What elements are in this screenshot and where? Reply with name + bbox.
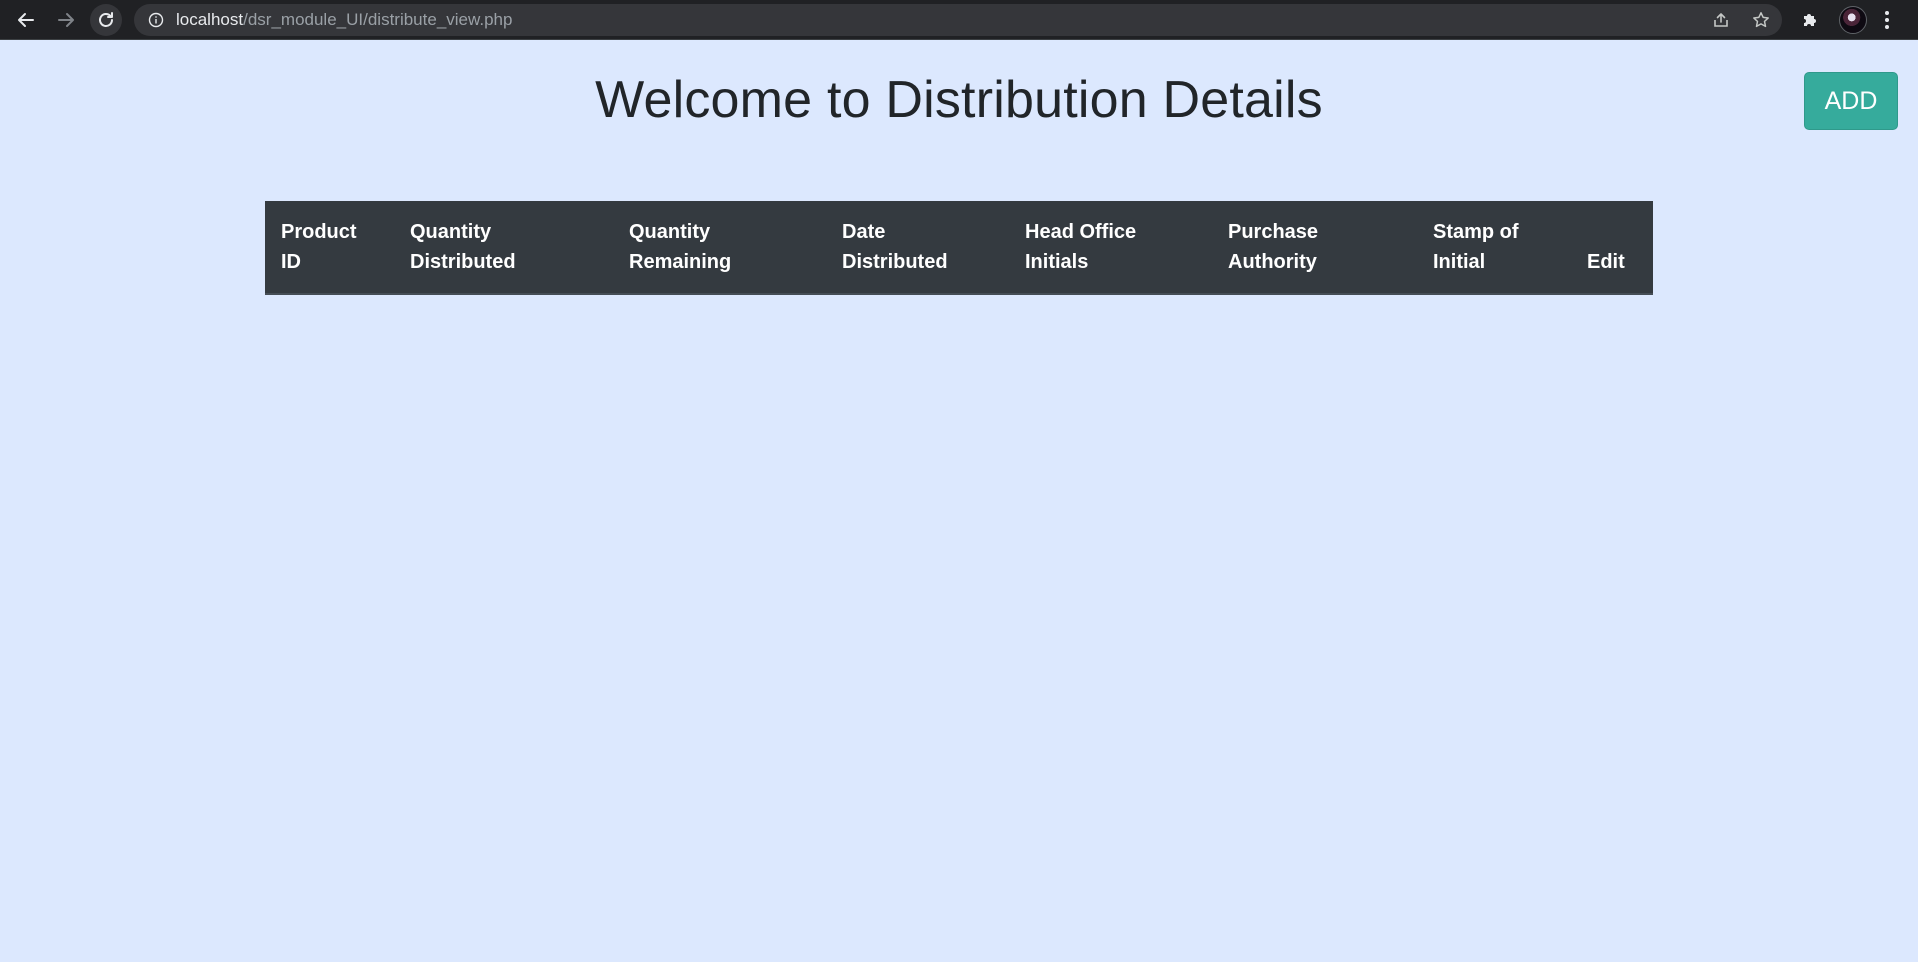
forward-icon[interactable]	[50, 4, 82, 36]
col-header-line: Distributed	[842, 251, 948, 273]
col-header-line: Quantity	[410, 221, 492, 243]
address-bar[interactable]: localhost/dsr_module_UI/distribute_view.…	[134, 4, 1782, 36]
col-header-line: Head Office	[1025, 221, 1137, 243]
col-header-line: ID	[281, 251, 301, 273]
col-header-purchase-authority[interactable]: Purchase Authority	[1212, 201, 1417, 295]
table-header-row: Product ID Quantity Distributed Quantity Re…	[265, 201, 1653, 295]
col-header-line: Initial	[1433, 251, 1486, 273]
col-header-edit[interactable]: Edit	[1571, 201, 1653, 295]
back-icon[interactable]	[10, 4, 42, 36]
col-header-quantity-remaining[interactable]: Quantity Remaining	[613, 201, 826, 295]
col-header-date-distributed[interactable]: Date Distributed	[826, 201, 1009, 295]
col-header-head-office-initials[interactable]: Head Office Initials	[1009, 201, 1212, 295]
col-header-line: Edit	[1587, 251, 1625, 273]
url-path: /dsr_module_UI/distribute_view.php	[243, 10, 513, 29]
col-header-quantity-distributed[interactable]: Quantity Distributed	[394, 201, 613, 295]
col-header-product-id[interactable]: Product ID	[265, 201, 394, 295]
browser-toolbar: localhost/dsr_module_UI/distribute_view.…	[0, 0, 1918, 40]
url-text: localhost/dsr_module_UI/distribute_view.…	[176, 4, 512, 36]
site-info-icon[interactable]	[148, 12, 164, 28]
col-header-line: Distributed	[410, 251, 516, 273]
col-header-line: Initials	[1025, 251, 1089, 273]
share-icon[interactable]	[1712, 11, 1730, 29]
col-header-line: Date	[842, 221, 886, 243]
col-header-line: Product	[281, 221, 357, 243]
col-header-line: Stamp of	[1433, 221, 1519, 243]
col-header-line: Authority	[1228, 251, 1317, 273]
table-header: Product ID Quantity Distributed Quantity Re…	[265, 201, 1653, 295]
distribution-table: Product ID Quantity Distributed Quantity Re…	[265, 201, 1653, 295]
extensions-puzzle-icon[interactable]	[1800, 10, 1820, 30]
page-title: Welcome to Distribution Details	[595, 71, 1323, 129]
more-menu-icon[interactable]	[1884, 8, 1890, 32]
add-button[interactable]: ADD	[1804, 72, 1898, 130]
reload-icon[interactable]	[90, 4, 122, 36]
col-header-line: Quantity	[629, 221, 711, 243]
url-host: localhost	[176, 10, 244, 29]
col-header-line: Purchase	[1228, 221, 1319, 243]
col-header-stamp-of-initial[interactable]: Stamp of Initial	[1417, 201, 1571, 295]
col-header-line: Remaining	[629, 251, 732, 273]
bookmark-star-icon[interactable]	[1752, 11, 1770, 29]
profile-avatar[interactable]	[1839, 6, 1867, 34]
